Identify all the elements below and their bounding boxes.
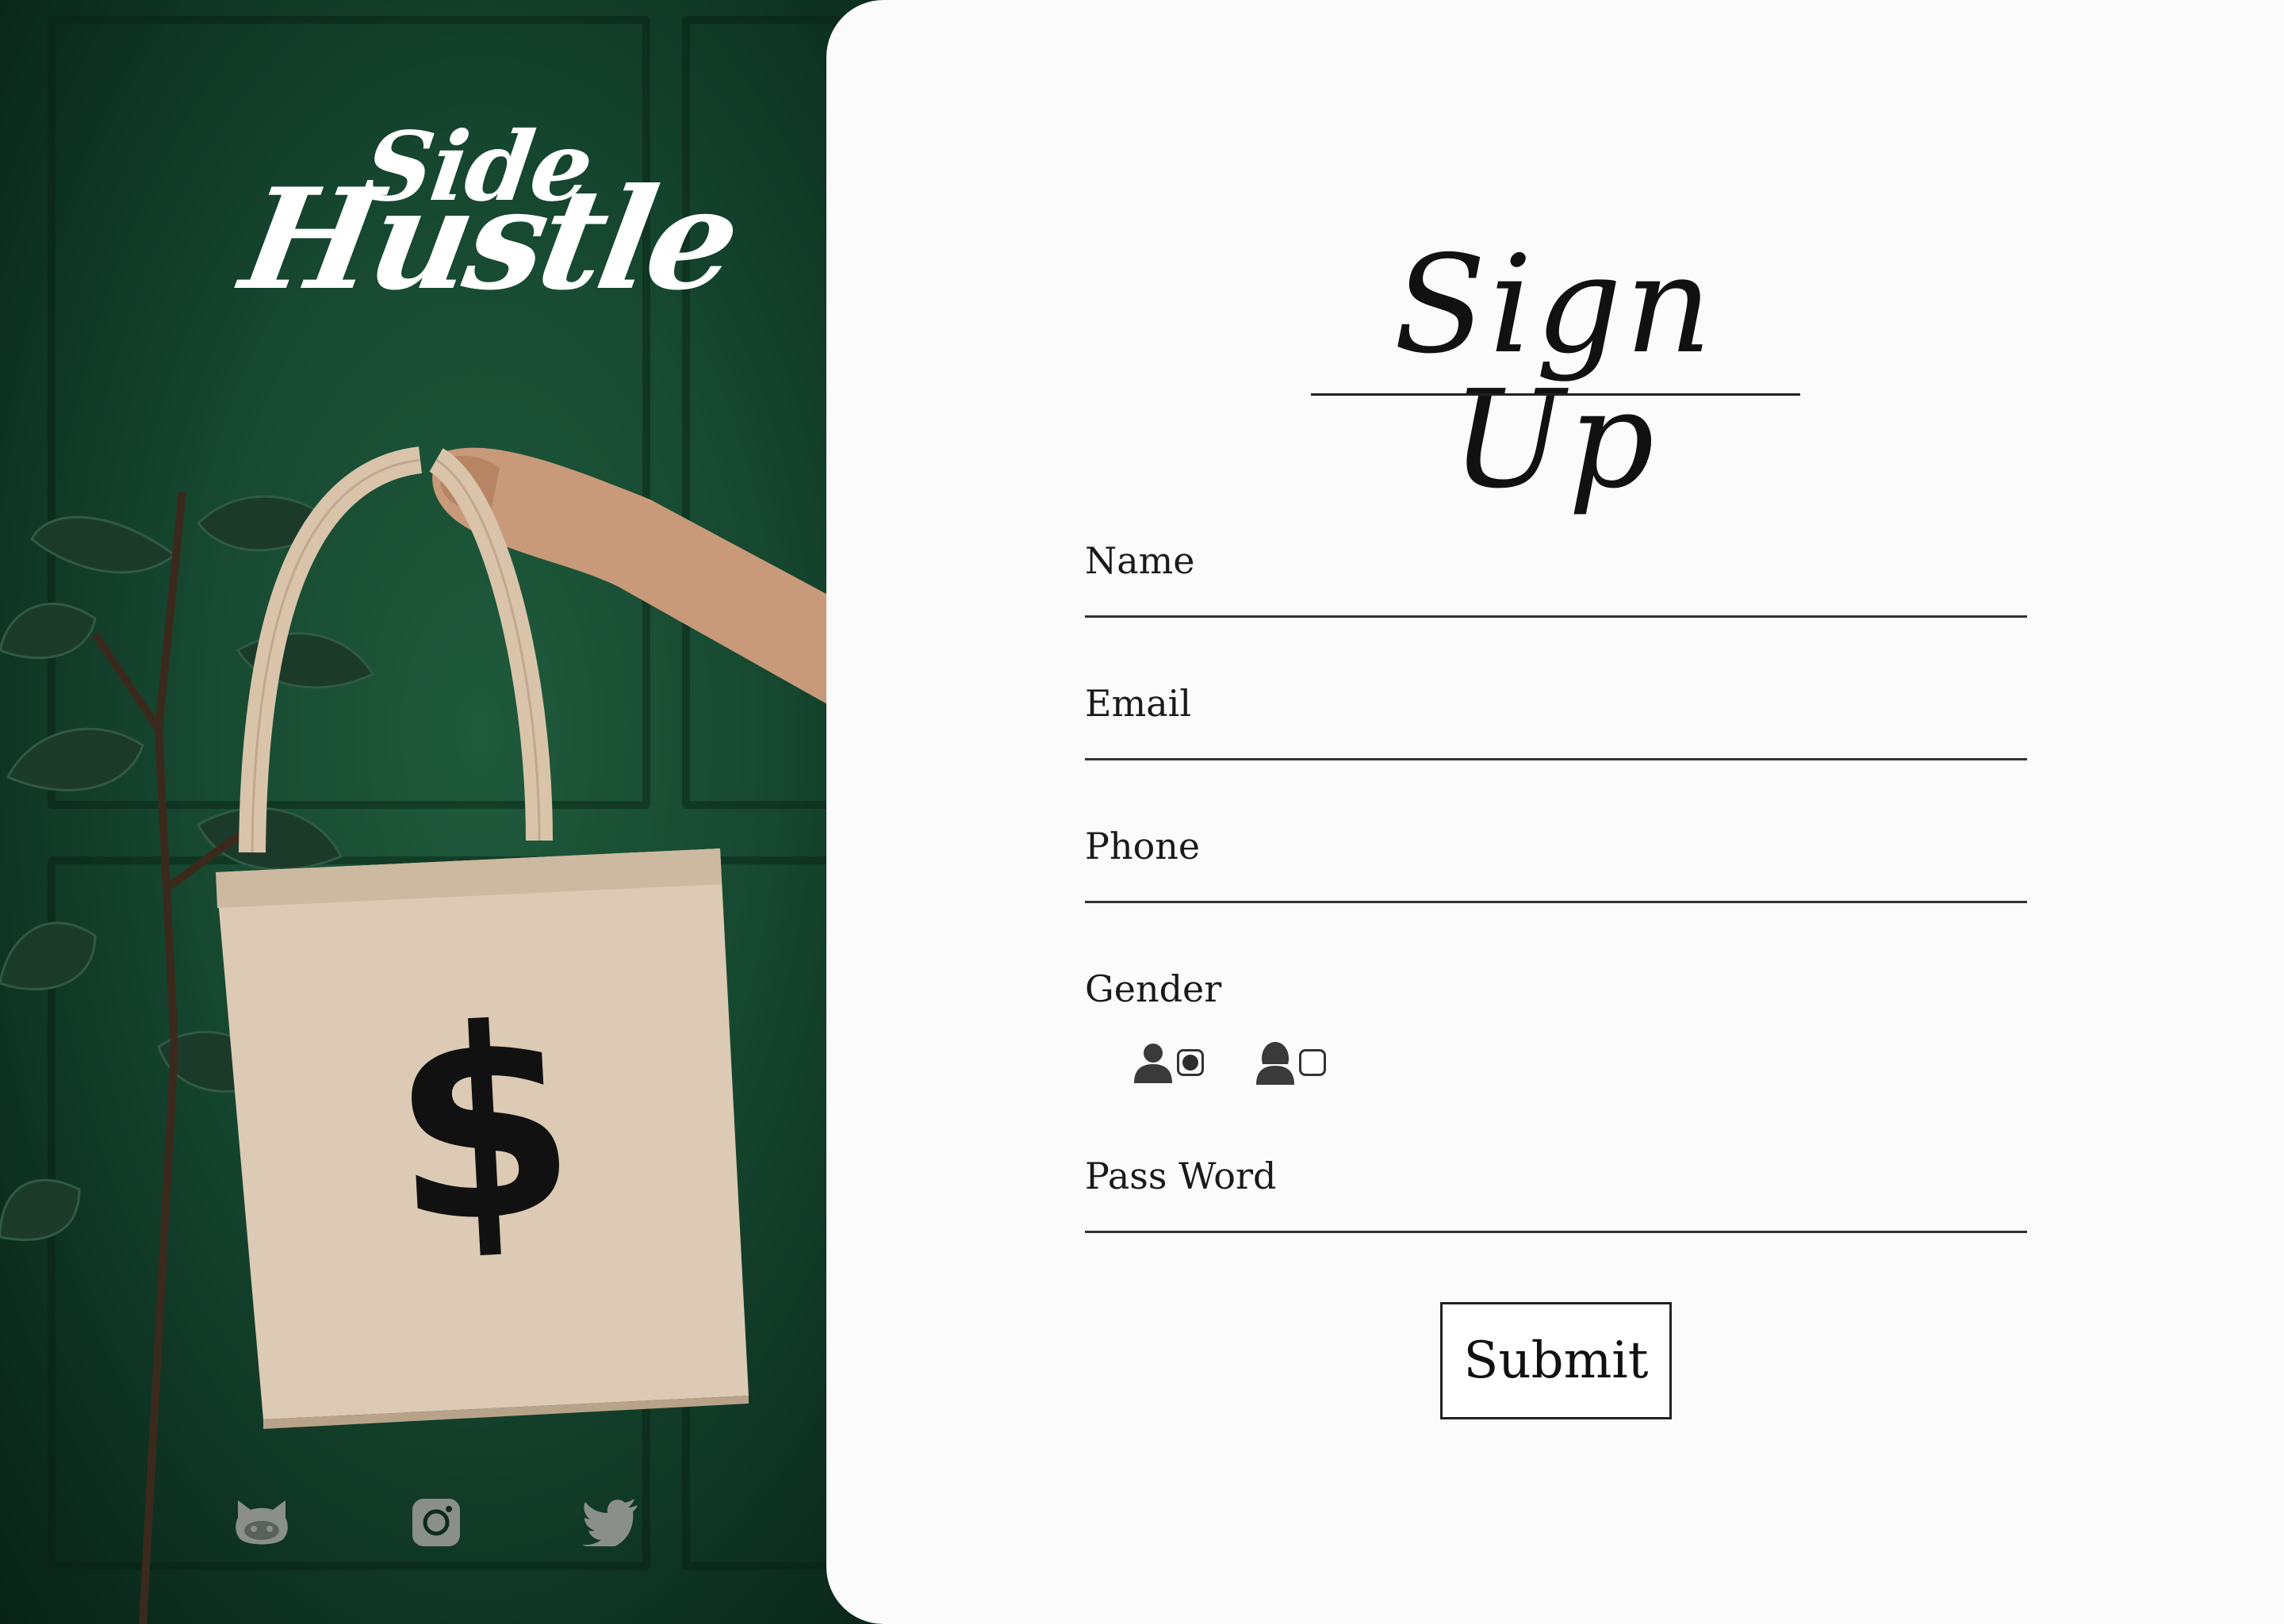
password-input[interactable] (1085, 1182, 2027, 1230)
twitter-icon (582, 1499, 638, 1546)
hero-photo-panel: Side Hustle $ (0, 0, 872, 1624)
password-underline (1085, 1231, 2027, 1233)
gender-option-male[interactable] (1132, 1039, 1204, 1086)
github-link[interactable] (230, 1491, 293, 1554)
gender-male-radio[interactable] (1177, 1049, 1204, 1076)
male-user-icon (1134, 1044, 1172, 1083)
dollar-symbol: $ (385, 969, 583, 1283)
email-input[interactable] (1085, 710, 2027, 757)
signup-page: Side Hustle $ Sign Up Name Email Phone G… (0, 0, 2284, 1624)
side-hustle-logo: Side Hustle (232, 111, 747, 321)
phone-underline (1085, 901, 2027, 903)
title-underline (1311, 393, 1800, 396)
female-user-icon (1256, 1042, 1294, 1085)
instagram-icon (412, 1499, 460, 1546)
name-underline (1085, 615, 2027, 618)
email-underline (1085, 758, 2027, 760)
radio-selected-dot (1182, 1055, 1198, 1071)
instagram-link[interactable] (404, 1491, 468, 1554)
gender-female-radio[interactable] (1299, 1049, 1326, 1076)
phone-input[interactable] (1085, 852, 2027, 900)
tote-bag-image (216, 446, 872, 1429)
gender-option-female[interactable] (1255, 1039, 1326, 1086)
github-icon (236, 1500, 288, 1545)
logo-hustle-text: Hustle (231, 159, 747, 321)
submit-button[interactable]: Submit (1440, 1302, 1672, 1419)
gender-label: Gender (1085, 967, 1222, 1010)
page-title: Sign Up (1393, 227, 1715, 519)
twitter-link[interactable] (579, 1491, 642, 1554)
name-input[interactable] (1085, 567, 2027, 615)
